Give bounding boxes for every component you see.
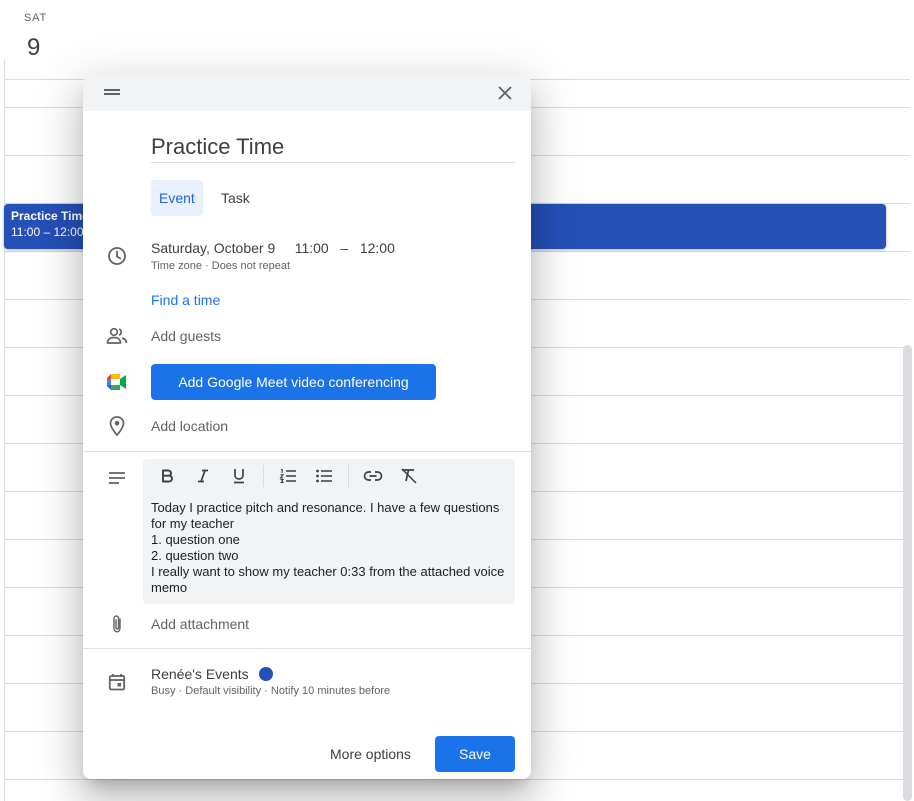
description-line: I really want to show my teacher 0:33 fr… [151, 564, 505, 595]
more-options-button[interactable]: More options [320, 736, 421, 772]
description-text[interactable]: Today I practice pitch and resonance. I … [151, 500, 509, 596]
formatting-toolbar [155, 464, 433, 488]
description-line: Today I practice pitch and resonance. I … [151, 500, 500, 531]
availability-dropdown[interactable]: Busy [151, 685, 175, 697]
people-icon [105, 324, 129, 348]
add-google-meet-button[interactable]: Add Google Meet video conferencing [151, 364, 436, 400]
add-location-field[interactable]: Add location [151, 418, 228, 434]
toolbar-separator [348, 465, 349, 487]
calendar-owner-selector[interactable]: Renée's Events [151, 666, 273, 682]
description-icon [105, 466, 129, 490]
day-number[interactable]: 9 [27, 34, 40, 62]
dialog-drag-bar[interactable] [83, 75, 531, 111]
tab-event[interactable]: Event [151, 180, 203, 216]
description-line: 2. question two [151, 548, 239, 563]
numbered-list-button[interactable] [276, 464, 300, 488]
hour-gridline [4, 779, 910, 780]
numbered-list-icon [279, 468, 296, 484]
visibility-dropdown[interactable]: Default visibility [185, 685, 261, 697]
location-pin-icon [105, 414, 129, 438]
bulleted-list-icon [316, 469, 332, 483]
add-guests-field[interactable]: Add guests [151, 328, 221, 344]
clear-formatting-button[interactable] [397, 464, 421, 488]
drag-handle-icon[interactable] [104, 89, 120, 97]
dot-separator: · [264, 685, 271, 697]
underline-icon [234, 469, 244, 484]
notification-dropdown[interactable]: Notify 10 minutes before [271, 685, 390, 697]
save-button[interactable]: Save [435, 736, 515, 772]
insert-link-button[interactable] [361, 464, 385, 488]
link-icon [363, 471, 383, 481]
date-time-line: Saturday, October 9 11:00 – 12:00 [151, 240, 395, 256]
clock-icon [105, 244, 129, 268]
section-divider [83, 451, 531, 452]
google-meet-icon [105, 370, 129, 394]
day-column-header[interactable]: SAT 9 [0, 0, 80, 70]
calendar-owner-subline: Busy · Default visibility · Notify 10 mi… [151, 685, 390, 697]
section-divider [83, 648, 531, 649]
clear-formatting-icon [401, 468, 417, 484]
end-time-picker[interactable]: 12:00 [360, 240, 395, 256]
description-editor[interactable]: Today I practice pitch and resonance. I … [143, 459, 515, 604]
underline-button[interactable] [227, 464, 251, 488]
calendar-scrollbar[interactable] [903, 345, 912, 801]
day-name: SAT [24, 12, 47, 24]
date-picker[interactable]: Saturday, October 9 [151, 240, 275, 256]
calendar-owner-name: Renée's Events [151, 666, 249, 682]
start-time-picker[interactable]: 11:00 [295, 240, 329, 256]
find-a-time-link[interactable]: Find a time [151, 292, 220, 308]
dot-separator: · [205, 260, 212, 272]
calendar-color-dot [258, 667, 273, 681]
time-separator: – [340, 240, 349, 256]
italic-button[interactable] [191, 464, 215, 488]
recurrence-dropdown[interactable]: Does not repeat [212, 260, 290, 272]
italic-icon [198, 469, 208, 483]
bulleted-list-button[interactable] [312, 464, 336, 488]
bold-button[interactable] [155, 464, 179, 488]
tab-task[interactable]: Task [213, 180, 258, 216]
paperclip-icon [105, 612, 129, 636]
calendar-icon [105, 670, 129, 694]
date-time-subline: Time zone · Does not repeat [151, 260, 290, 272]
event-title-input[interactable] [151, 131, 515, 163]
close-icon [498, 86, 512, 100]
day-column-border [4, 60, 5, 801]
add-attachment-field[interactable]: Add attachment [151, 616, 249, 632]
toolbar-separator [263, 465, 264, 487]
description-line: 1. question one [151, 532, 240, 547]
time-zone-link[interactable]: Time zone [151, 260, 202, 272]
close-button[interactable] [493, 81, 517, 105]
bold-icon [162, 469, 173, 483]
event-quick-create-dialog: Event Task Saturday, October 9 11:00 – 1… [83, 75, 531, 779]
